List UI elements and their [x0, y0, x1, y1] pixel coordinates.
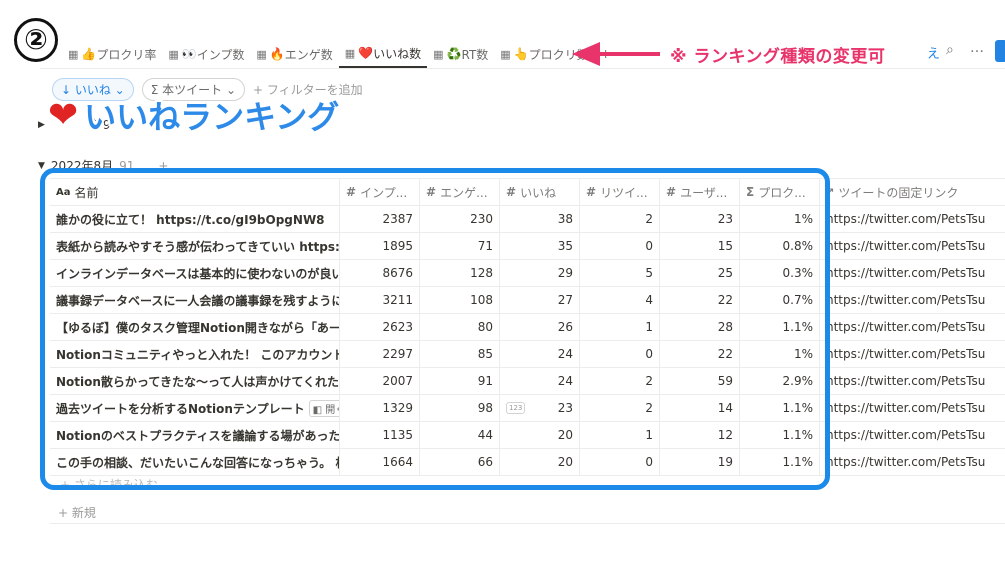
ranking-title: ❤ いいねランキング	[48, 92, 339, 138]
toolbar-extra-label[interactable]: え	[927, 43, 940, 62]
tab-label: RT数	[461, 47, 489, 62]
table-icon: ▦	[168, 47, 179, 61]
tab-proclick-rate[interactable]: ▦ 👍 プロクリ率	[62, 40, 162, 68]
cell-link[interactable]: https://twitter.com/PetsTsubas	[820, 314, 985, 340]
cell-link[interactable]: https://twitter.com/PetsTsubas	[820, 233, 985, 259]
table-highlight-frame	[40, 168, 830, 490]
new-button[interactable]	[995, 40, 1005, 62]
cell-link[interactable]: https://twitter.com/PetsTsubas	[820, 206, 985, 232]
tab-emoji: 👀	[181, 47, 197, 61]
tab-label: エンゲ数	[284, 47, 333, 62]
table-icon: ▦	[256, 47, 267, 61]
tab-likes[interactable]: ▦ ❤️ いいね数	[338, 40, 428, 68]
step-marker: ②	[14, 18, 58, 62]
tab-impressions[interactable]: ▦ 👀 インプ数	[162, 40, 250, 68]
pointer-arrow-icon	[572, 42, 660, 66]
tab-emoji: 👆	[513, 47, 529, 61]
more-icon[interactable]: …	[970, 40, 984, 56]
search-icon[interactable]: ⌕	[946, 42, 954, 58]
tab-label: いいね数	[373, 46, 422, 61]
annotation-text: ※ ランキング種類の変更可	[668, 42, 888, 67]
table-icon: ▦	[68, 47, 79, 61]
cell-link[interactable]: https://twitter.com/PetsTsubas	[820, 368, 985, 394]
cell-link[interactable]: https://twitter.com/PetsTsubas	[820, 422, 985, 448]
view-tabs: ▦ 👍 プロクリ率 ▦ 👀 インプ数 ▦ 🔥 エンゲ数 ▦ ❤️ いいね数 ▦ ♻️ RT数 ▦ 👆 プ…	[62, 40, 617, 68]
table-icon: ▦	[344, 46, 356, 60]
tab-retweets[interactable]: ▦ ♻️ RT数	[427, 40, 494, 68]
table-icon: ▦	[433, 47, 444, 61]
heart-icon: ❤	[48, 94, 79, 136]
cell-link[interactable]: https://twitter.com/PetsTsubas	[820, 341, 985, 367]
caret-down-icon: ▼	[38, 160, 45, 171]
header-link[interactable]: ↗ ツイートの固定リンク	[820, 179, 985, 205]
tab-label: プロクリ率	[96, 47, 157, 62]
tab-label: インプ数	[196, 47, 245, 62]
cell-link[interactable]: https://twitter.com/PetsTsubas	[820, 395, 985, 421]
tab-emoji: ♻️	[446, 47, 462, 61]
cell-link[interactable]: https://twitter.com/PetsTsubas	[820, 449, 985, 475]
caret-right-icon: ▶	[38, 119, 45, 130]
table-icon: ▦	[500, 47, 511, 61]
tabs-divider	[40, 68, 1005, 69]
new-row-button[interactable]: + 新規	[58, 504, 96, 521]
tab-engagements[interactable]: ▦ 🔥 エンゲ数	[250, 40, 338, 68]
tab-emoji: ❤️	[358, 46, 374, 60]
tab-emoji: 👍	[81, 47, 97, 61]
cell-link[interactable]: https://twitter.com/PetsTsubas	[820, 287, 985, 313]
tab-emoji: 🔥	[269, 47, 285, 61]
bottom-divider	[50, 523, 1005, 524]
ranking-title-text: いいねランキング	[84, 98, 340, 136]
cell-link[interactable]: https://twitter.com/PetsTsubas	[820, 260, 985, 286]
